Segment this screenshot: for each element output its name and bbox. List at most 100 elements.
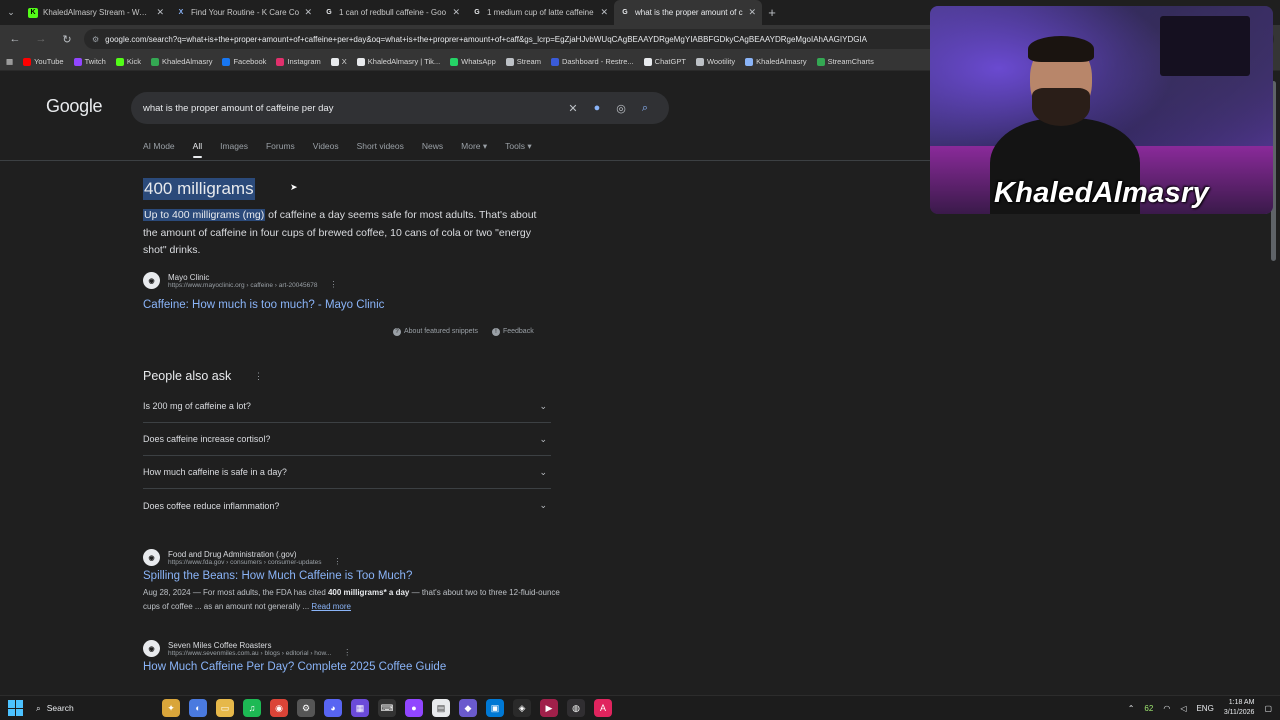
bookmark-x[interactable]: X — [330, 57, 347, 66]
widget-icon[interactable]: ✦ — [162, 699, 180, 717]
tray-counter[interactable]: 62 — [1144, 704, 1153, 713]
search-icon: ⌕ — [36, 702, 41, 713]
obs-icon[interactable]: ◍ — [567, 699, 585, 717]
close-tab-icon[interactable]: ✕ — [156, 7, 164, 18]
new-tab-icon[interactable]: + — [762, 0, 782, 25]
bookmark-chatgpt[interactable]: ChatGPT — [643, 57, 686, 66]
bookmark-label: WhatsApp — [461, 57, 496, 66]
bookmark-label: Kick — [126, 57, 142, 66]
bookmark-instagram[interactable]: Instagram — [276, 57, 321, 66]
paa-question[interactable]: Is 200 mg of caffeine a lot? ⌄ — [143, 390, 551, 423]
read-more-link[interactable]: Read more — [311, 602, 351, 611]
filter-ai-mode[interactable]: AI Mode — [143, 141, 175, 158]
settings-icon[interactable]: ⚙ — [297, 699, 315, 717]
bookmark-facebook[interactable]: Facebook — [222, 57, 266, 66]
search-icon[interactable]: ⌕ — [633, 102, 657, 115]
bookmark-kick[interactable]: Kick — [115, 57, 142, 66]
filter-all[interactable]: All — [192, 141, 203, 158]
search-input[interactable]: what is the proper amount of caffeine pe… — [131, 92, 669, 124]
keyboard-app-icon[interactable]: ⌨ — [378, 699, 396, 717]
fda-icon: ◉ — [143, 549, 160, 566]
bookmark-streamcharts[interactable]: StreamCharts — [816, 57, 874, 66]
site-info-icon[interactable]: ⚙ — [92, 35, 99, 44]
paa-question[interactable]: Does caffeine increase cortisol? ⌄ — [143, 423, 551, 456]
clear-icon[interactable]: ✕ — [561, 102, 585, 115]
tab-2[interactable]: G 1 can of redbull caffeine - Goo ✕ — [318, 0, 466, 25]
lens-icon[interactable]: ◎ — [609, 102, 633, 115]
paa-question[interactable]: How much caffeine is safe in a day? ⌄ — [143, 456, 551, 489]
bookmark-youtube[interactable]: YouTube — [23, 57, 64, 66]
search-query[interactable]: what is the proper amount of caffeine pe… — [143, 103, 561, 114]
bookmark-wootility[interactable]: Wootility — [695, 57, 735, 66]
bookmark-twitch[interactable]: Twitch — [73, 57, 106, 66]
apps-grid-icon[interactable]: ▦ — [6, 57, 13, 66]
chrome-icon[interactable]: ◉ — [270, 699, 288, 717]
bookmark-whatsapp[interactable]: WhatsApp — [450, 57, 496, 66]
adobe-icon[interactable]: A — [594, 699, 612, 717]
result-title[interactable]: How Much Caffeine Per Day? Complete 2025… — [143, 661, 563, 673]
filter-short-videos[interactable]: Short videos — [357, 141, 404, 158]
taskbar-search[interactable]: ⌕ Search — [36, 703, 156, 714]
result-source[interactable]: ◉ Seven Miles Coffee Roasters https://ww… — [143, 640, 563, 657]
back-arrow-icon[interactable]: ← — [6, 30, 24, 48]
more-options-icon[interactable]: ⋮ — [334, 557, 342, 566]
spotify-icon[interactable]: ♫ — [243, 699, 261, 717]
khaledalmasry-icon — [151, 57, 160, 66]
google-logo[interactable]: Google — [46, 96, 103, 117]
grid-app-icon[interactable]: ▦ — [351, 699, 369, 717]
source-url: https://www.fda.gov › consumers › consum… — [168, 558, 322, 566]
about-snippets[interactable]: ? About featured snippets — [393, 328, 478, 336]
filter-videos[interactable]: Videos — [313, 141, 339, 158]
purple-app-icon[interactable]: ● — [405, 699, 423, 717]
people-also-ask-title: People also ask — [143, 369, 232, 383]
filter-more[interactable]: More ▾ — [461, 141, 487, 158]
copilot-icon[interactable]: ◐ — [189, 699, 207, 717]
volume-icon[interactable]: ◁ — [1180, 704, 1186, 713]
close-tab-icon[interactable]: ✕ — [600, 7, 608, 18]
close-tab-icon[interactable]: ✕ — [748, 7, 756, 18]
snippet-link[interactable]: Caffeine: How much is too much? - Mayo C… — [143, 299, 384, 311]
language-indicator[interactable]: ENG — [1196, 704, 1213, 713]
notification-icon[interactable]: ▢ — [1264, 704, 1272, 713]
more-options-icon[interactable]: ⋮ — [343, 648, 351, 657]
close-tab-icon[interactable]: ✕ — [452, 7, 460, 18]
tab-0[interactable]: K KhaledAlmasry Stream - Watch ✕ — [22, 0, 170, 25]
calendar-app-icon[interactable]: ▤ — [432, 699, 450, 717]
windows-start-icon[interactable] — [8, 700, 24, 716]
filter-tools[interactable]: Tools ▾ — [505, 141, 531, 158]
outlook-icon[interactable]: ▣ — [486, 699, 504, 717]
file-explorer-icon[interactable]: ▭ — [216, 699, 234, 717]
snippet-source[interactable]: ◉ Mayo Clinic https://www.mayoclinic.org… — [143, 272, 337, 289]
microphone-icon[interactable]: ● — [585, 102, 609, 114]
controller-icon[interactable]: ◆ — [459, 699, 477, 717]
search-filters: AI Mode All Images Forums Videos Short v… — [143, 141, 532, 158]
paa-question[interactable]: Does coffee reduce inflammation? ⌄ — [143, 489, 551, 522]
bookmark-khaledalmasry-2[interactable]: KhaledAlmasry — [745, 57, 807, 66]
reload-icon[interactable]: ↻ — [58, 30, 76, 48]
red-app-icon[interactable]: ▶ — [540, 699, 558, 717]
tab-1[interactable]: X Find Your Routine - K Care Co ✕ — [170, 0, 318, 25]
epic-games-icon[interactable]: ◈ — [513, 699, 531, 717]
forward-arrow-icon[interactable]: → — [32, 30, 50, 48]
result-title[interactable]: Spilling the Beans: How Much Caffeine is… — [143, 570, 563, 582]
bookmark-khaledalmasry[interactable]: KhaledAlmasry — [151, 57, 212, 66]
discord-icon[interactable]: ◕ — [324, 699, 342, 717]
close-tab-icon[interactable]: ✕ — [304, 7, 312, 18]
bookmark-tiktok[interactable]: KhaledAlmasry | Tik... — [356, 57, 440, 66]
result-source[interactable]: ◉ Food and Drug Administration (.gov) ht… — [143, 549, 563, 566]
more-options-icon[interactable]: ⋮ — [329, 280, 337, 289]
clock[interactable]: 1:18 AM 3/11/2026 — [1224, 698, 1255, 718]
more-options-icon[interactable]: ⋮ — [254, 371, 263, 382]
tab-4[interactable]: G what is the proper amount of c ✕ — [614, 0, 762, 25]
tab-3[interactable]: G 1 medium cup of latte caffeine ✕ — [466, 0, 614, 25]
filter-forums[interactable]: Forums — [266, 141, 295, 158]
filter-news[interactable]: News — [422, 141, 443, 158]
people-also-ask-list: Is 200 mg of caffeine a lot? ⌄ Does caffe… — [143, 390, 551, 522]
chevron-up-icon[interactable]: ⌃ — [1128, 704, 1135, 713]
tab-search-icon[interactable]: ⌄ — [0, 0, 22, 25]
wifi-icon[interactable]: ◠ — [1163, 704, 1170, 713]
filter-images[interactable]: Images — [220, 141, 248, 158]
bookmark-restream[interactable]: Dashboard - Restre... — [550, 57, 634, 66]
feedback-link[interactable]: ! Feedback — [491, 328, 534, 336]
bookmark-stream[interactable]: Stream — [505, 57, 541, 66]
